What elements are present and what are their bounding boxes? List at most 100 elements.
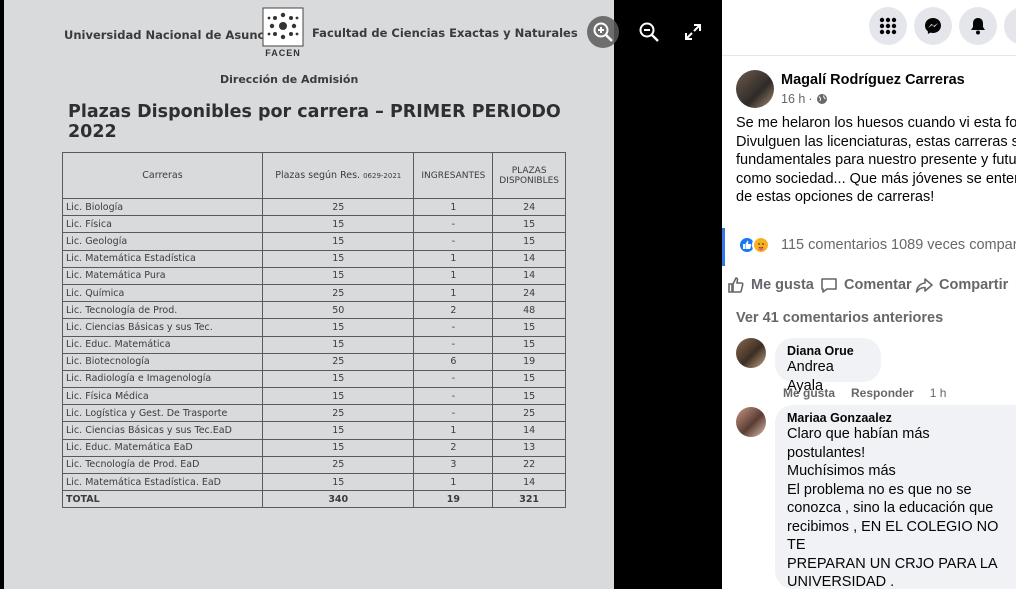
author-avatar[interactable] [736,70,774,108]
globe-icon [816,94,827,104]
cell-carrera: Lic. Química [62,283,263,303]
cell-plazas: 15 [261,249,415,268]
table-row: Lic. Biología 25 1 24 [62,197,566,217]
table-row: Lic. Ciencias Básicas y sus Tec.EaD 15 1 14 [62,421,566,440]
table-row: Lic. Matemática Estadística 15 1 14 [62,249,566,268]
cell-ingresantes: - [413,232,494,251]
table-row: Lic. Tecnología de Prod. 50 2 48 [62,301,566,320]
cell-disponibles: 19 [492,352,566,371]
comment-avatar-2[interactable] [736,407,766,437]
cell-plazas: 15 [261,438,415,457]
comment-avatar-1[interactable] [736,338,766,368]
table-row: Lic. Ciencias Básicas y sus Tec. 15-15 [62,318,566,337]
zoom-out-icon[interactable] [633,16,665,48]
comments-count[interactable]: 115 comentarios [781,237,887,253]
shares-count[interactable]: 1089 veces compartido [891,237,1016,253]
cell-disponibles: 48 [492,301,566,320]
cell-disponibles: 24 [492,197,566,217]
facen-logo: FACEN [259,6,307,60]
doc-university: Universidad Nacional de Asunción [64,28,285,42]
doc-faculty: Facultad de Ciencias Exactas y Naturales [312,26,578,40]
cell-ingresantes: - [413,215,494,234]
cell-ingresantes: 1 [413,472,494,492]
reaction-icons[interactable] [738,236,770,254]
cell-ingresantes: - [413,404,494,423]
cell-carrera: Lic. Biología [62,197,263,217]
post-text: Se me helaron los huesos cuando vi esta … [736,115,1016,205]
cell-plazas: 15 [261,335,415,354]
comment-author-2[interactable]: Mariaa Gonzaalez [787,411,1004,425]
comment-like-button[interactable]: Me gusta [783,386,835,400]
cell-carrera: Lic. Matemática Estadística. EaD [62,472,263,492]
messenger-icon[interactable] [914,7,952,45]
comment-icon [821,278,837,293]
header-disponibles: PLAZAS DISPONIBLES [492,152,566,199]
total-plazas: 340 [261,490,415,509]
cell-ingresantes: - [413,369,494,389]
cell-ingresantes: 1 [413,421,494,440]
cell-carrera: Lic. Matemática Pura [62,266,263,285]
table-row: Lic. Educ. Matemática 15-15 [62,335,566,354]
cell-disponibles: 25 [492,404,566,423]
fullscreen-icon[interactable] [677,16,709,48]
cell-plazas: 15 [261,215,415,234]
cell-disponibles: 15 [492,232,566,251]
cell-carrera: Lic. Radiología e Imagenología [62,369,263,389]
cell-disponibles: 15 [492,387,566,406]
post-time[interactable]: 16 h [781,92,805,106]
table-row: Lic. Química 25 1 24 [62,283,566,303]
cell-disponibles: 15 [492,335,566,354]
table-row: Lic. Biotecnología 25 6 19 [62,352,566,371]
like-button[interactable]: Me gusta [727,276,814,294]
share-button[interactable]: Compartir [915,276,1008,294]
comment-button[interactable]: Comentar [820,276,912,294]
table-row: Lic. Geología 15-15 [62,232,566,251]
cell-carrera: Lic. Geología [62,232,263,251]
table-row: Lic. Logística y Gest. De Trasporte 25-25 [62,404,566,423]
total-disponibles: 321 [492,490,566,509]
account-icon[interactable] [1004,7,1016,45]
cell-ingresantes: 1 [413,249,494,268]
photo-viewer: Universidad Nacional de Asunción FACEN F… [0,0,722,589]
cell-disponibles: 15 [492,369,566,389]
menu-grid-icon[interactable] [869,7,907,45]
cell-carrera: Lic. Tecnología de Prod. [62,301,263,320]
comment-author-1[interactable]: Diana Orue [787,344,869,358]
cell-disponibles: 15 [492,215,566,234]
comment-time[interactable]: 1 h [930,386,947,400]
notifications-icon[interactable] [959,7,997,45]
cell-disponibles: 22 [492,455,566,475]
total-ingresantes: 19 [413,490,494,509]
post-panel: Magalí Rodríguez Carreras 16 h · Se me h… [722,0,1016,589]
zoom-in-icon[interactable] [587,16,619,48]
previous-comments-link[interactable]: Ver 41 comentarios anteriores [736,310,943,326]
cell-disponibles: 14 [492,249,566,268]
meta-separator: · [808,92,813,106]
cell-ingresantes: 1 [413,266,494,285]
cell-plazas: 15 [261,266,415,285]
document-photo: Universidad Nacional de Asunción FACEN F… [4,0,614,589]
cell-carrera: Lic. Matemática Estadística [62,249,263,268]
comment-text-2: Claro que habían más postulantes! Muchís… [787,426,999,589]
total-label: TOTAL [62,490,263,509]
cell-plazas: 15 [261,472,415,492]
cell-ingresantes: 6 [413,352,494,371]
table-row: Lic. Radiología e Imagenología 15-15 [62,369,566,389]
cell-plazas: 25 [261,197,415,217]
cell-ingresantes: - [413,318,494,337]
cell-carrera: Lic. Logística y Gest. De Trasporte [62,404,263,423]
like-icon [728,277,744,293]
table-row: Lic. Matemática Pura 15 1 14 [62,266,566,285]
cell-disponibles: 14 [492,472,566,492]
header-ingresantes: INGRESANTES [413,152,494,199]
share-icon [915,278,933,293]
cell-plazas: 25 [261,283,415,303]
comment-reply-button[interactable]: Responder [851,386,914,400]
cell-plazas: 50 [261,301,415,320]
cell-plazas: 25 [261,404,415,423]
comment-bubble-1: Diana Orue Andrea Ayala [775,338,881,394]
cell-ingresantes: 2 [413,301,494,320]
table-row: Lic. Física Médica 15-15 [62,387,566,406]
post-author[interactable]: Magalí Rodríguez Carreras [781,72,965,88]
cell-plazas: 15 [261,318,415,337]
